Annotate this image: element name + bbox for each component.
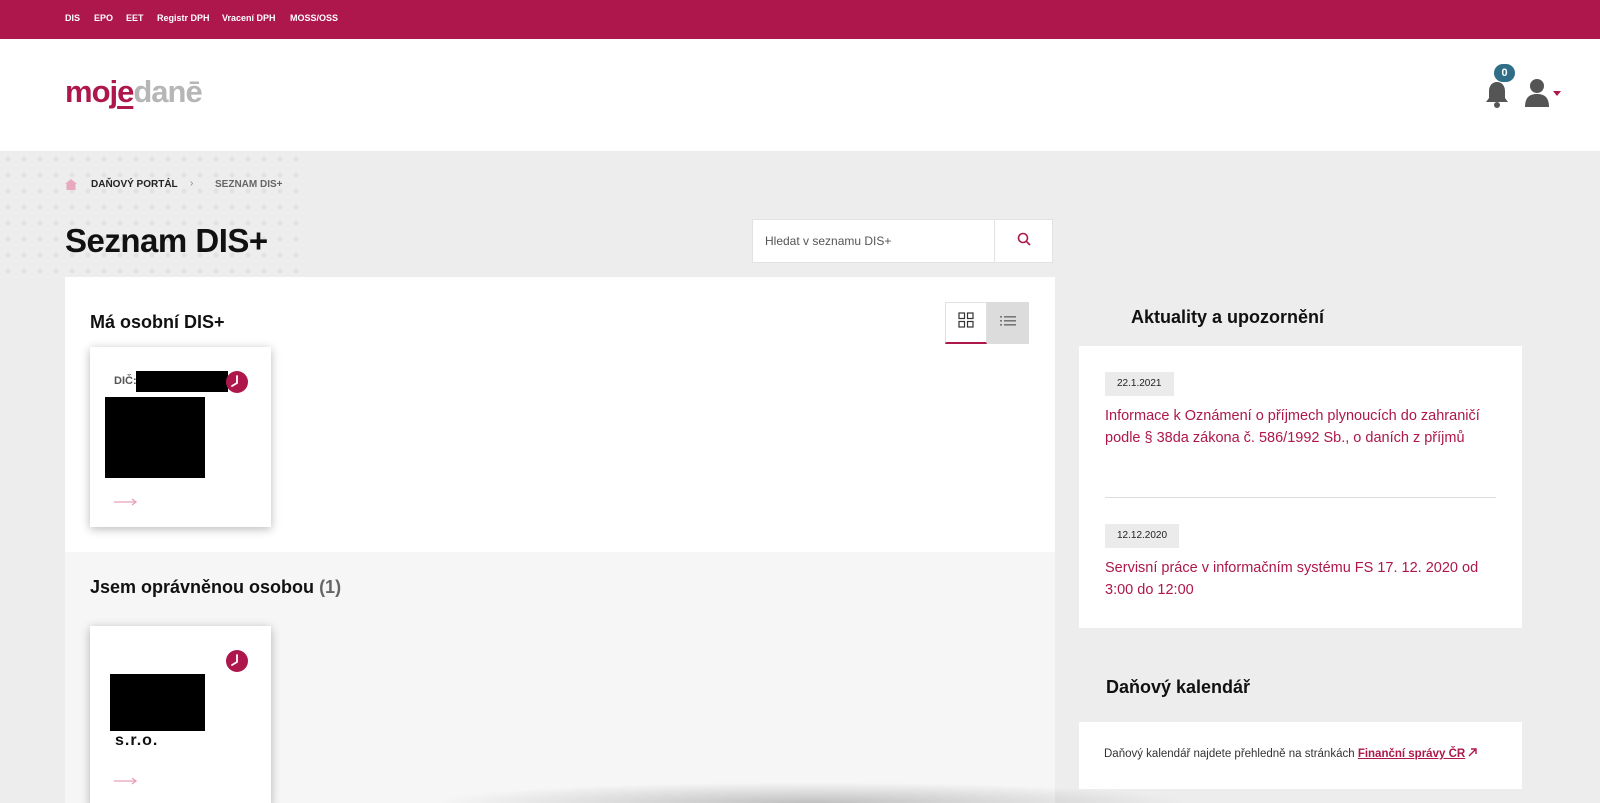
top-nav-vraceni-dph[interactable]: Vracení DPH xyxy=(222,13,276,23)
personal-section-title: Má osobní DIS+ xyxy=(90,312,225,332)
personal-dis-card[interactable]: DIČ: xyxy=(90,347,271,527)
redacted-company-name xyxy=(110,674,205,731)
grid-view-button[interactable] xyxy=(945,302,987,344)
external-link-icon xyxy=(1468,748,1478,760)
news-date: 22.1.2021 xyxy=(1105,372,1174,396)
site-header: mojedanē 0 xyxy=(0,39,1600,151)
financni-sprava-link[interactable]: Finanční správy ČR xyxy=(1358,748,1465,760)
company-suffix: s.r.o. xyxy=(115,732,159,749)
authorized-count: (1) xyxy=(319,577,342,597)
user-menu-icon[interactable] xyxy=(1524,78,1566,108)
bottom-shadow xyxy=(430,782,1190,803)
breadcrumb-danovy-portal[interactable]: DAŇOVÝ PORTÁL xyxy=(91,179,178,190)
search-box xyxy=(752,219,1053,263)
arrow-right-icon[interactable] xyxy=(114,493,138,506)
tax-calendar-text: Daňový kalendář najdete přehledně na str… xyxy=(1104,748,1478,760)
home-icon[interactable] xyxy=(65,179,77,190)
news-title: Aktuality a upozornění xyxy=(1131,307,1325,327)
clock-icon xyxy=(226,371,248,393)
clock-icon xyxy=(226,650,248,672)
logo-part-e: e xyxy=(117,74,134,109)
authorized-dis-panel: Jsem oprávněnou osobou (1) s.r.o. xyxy=(65,552,1055,803)
decorative-dot-pattern xyxy=(0,151,300,281)
authorized-dis-card[interactable]: s.r.o. xyxy=(90,626,271,803)
top-nav-moss-oss[interactable]: MOSS/OSS xyxy=(290,13,338,23)
tax-calendar-description: Daňový kalendář najdete přehledně na str… xyxy=(1104,748,1358,760)
view-toggle xyxy=(945,302,1029,344)
search-button[interactable] xyxy=(994,220,1052,262)
top-nav-epo[interactable]: EPO xyxy=(94,13,113,23)
logo-part-moj: moj xyxy=(65,74,118,109)
arrow-right-icon[interactable] xyxy=(114,772,138,785)
grid-icon xyxy=(958,312,974,333)
news-item-link[interactable]: Informace k Oznámení o příjmech plynoucí… xyxy=(1105,406,1500,449)
top-nav-registr-dph[interactable]: Registr DPH xyxy=(157,13,210,23)
list-icon xyxy=(1000,314,1016,332)
page-title: Seznam DIS+ xyxy=(65,222,268,259)
logo-part-dan: dan xyxy=(133,74,186,109)
authorized-section-label: Jsem oprávněnou osobou xyxy=(90,577,315,597)
news-divider xyxy=(1105,497,1496,498)
bell-icon[interactable] xyxy=(1484,79,1510,109)
logo-part-e-macron: ē xyxy=(185,74,203,109)
list-view-button[interactable] xyxy=(987,302,1029,344)
tax-calendar-box: Daňový kalendář najdete přehledně na str… xyxy=(1079,722,1522,789)
search-input[interactable] xyxy=(753,220,994,262)
top-nav-dis[interactable]: DIS xyxy=(65,13,80,23)
dic-label: DIČ: xyxy=(114,375,137,387)
top-nav-bar: DIS EPO EET Registr DPH Vracení DPH MOSS… xyxy=(0,0,1600,39)
top-nav-eet[interactable]: EET xyxy=(126,13,144,23)
personal-dis-panel: Má osobní DIS+ DIČ: xyxy=(65,277,1055,552)
breadcrumb-separator: › xyxy=(190,178,194,189)
news-list: 22.1.2021 Informace k Oznámení o příjmec… xyxy=(1079,346,1522,628)
redacted-name xyxy=(105,397,205,478)
search-icon xyxy=(1017,232,1031,251)
notification-count-badge: 0 xyxy=(1494,64,1515,82)
authorized-section-title: Jsem oprávněnou osobou (1) xyxy=(90,577,341,598)
redacted-dic xyxy=(136,371,228,392)
tax-calendar-title: Daňový kalendář xyxy=(1106,677,1251,697)
news-date: 12.12.2020 xyxy=(1105,524,1180,548)
logo-mojedane[interactable]: mojedanē xyxy=(65,74,203,110)
news-item-link[interactable]: Servisní práce v informačním systému FS … xyxy=(1105,558,1500,601)
breadcrumb-seznam-dis: SEZNAM DIS+ xyxy=(215,179,283,190)
